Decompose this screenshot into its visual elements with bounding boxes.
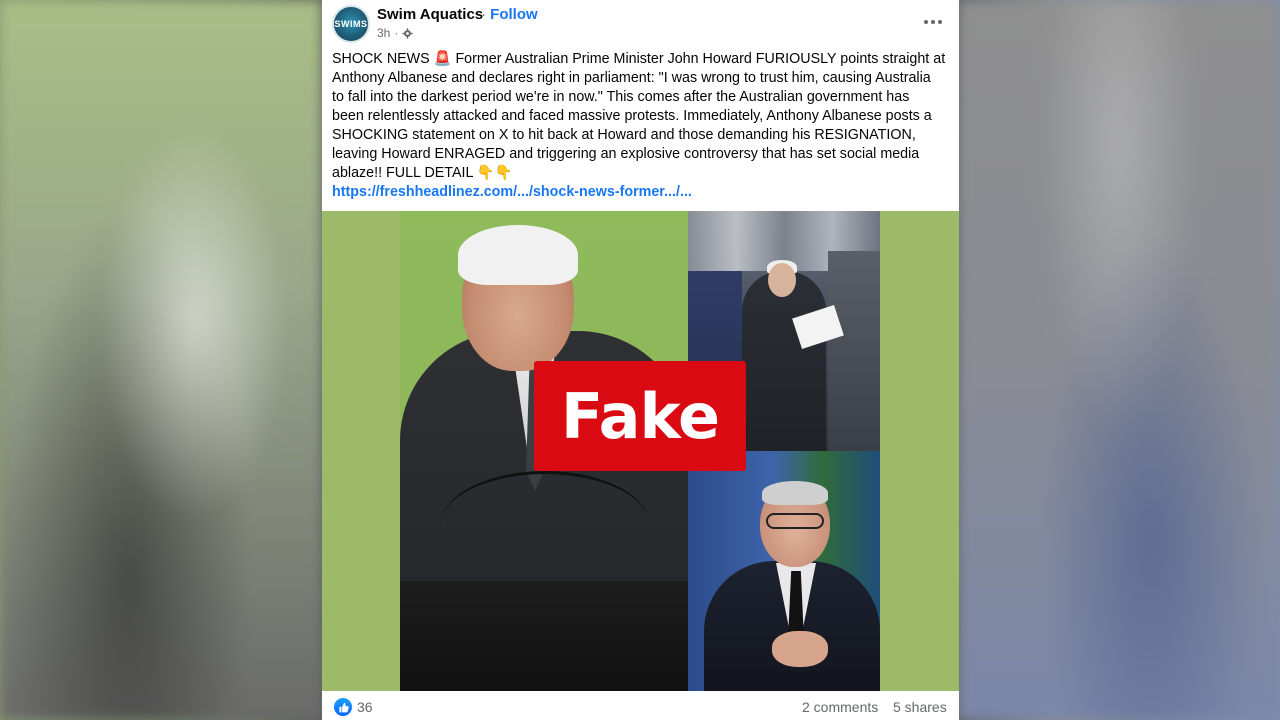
post-meta: 3h ·	[377, 26, 414, 40]
follow-button[interactable]: Follow	[490, 6, 538, 23]
settings-gear-icon[interactable]	[402, 27, 414, 39]
photo-press-conference	[688, 451, 880, 691]
post-text-line: SHOCK NEWS 🚨 Former Australian Prime Min…	[332, 51, 946, 67]
post-timestamp[interactable]: 3h	[377, 26, 390, 40]
post-footer: 36 2 comments 5 shares	[322, 691, 959, 720]
post-text-line: leaving Howard ENRAGED and triggering an…	[332, 146, 920, 162]
more-options-icon[interactable]	[919, 10, 947, 34]
facebook-post: SWIMS Swim Aquatics · Follow 3h · SHOCK …	[322, 0, 959, 720]
reactions-count[interactable]: 36	[357, 699, 373, 715]
fake-label-overlay: Fake	[534, 361, 746, 471]
post-text-line: to fall into the darkest period we're in…	[332, 89, 910, 105]
follow-group: · Follow	[481, 6, 538, 23]
meta-separator: ·	[394, 26, 399, 40]
post-text-line: SHOCKING statement on X to hit back at H…	[332, 127, 916, 143]
post-text-line: ablaze!! FULL DETAIL 👇👇	[332, 165, 513, 181]
background-blur-left	[0, 0, 322, 720]
post-text-line: been relentlessly attacked and faced mas…	[332, 108, 932, 124]
shares-count[interactable]: 5 shares	[893, 699, 947, 715]
post-text-line: Anthony Albanese and declares right in p…	[332, 70, 931, 86]
background-blur-right	[958, 0, 1280, 720]
post-header: SWIMS Swim Aquatics · Follow 3h ·	[322, 0, 959, 44]
comments-count[interactable]: 2 comments	[802, 699, 878, 715]
page-name-link[interactable]: Swim Aquatics	[377, 6, 483, 23]
page-avatar[interactable]: SWIMS	[332, 5, 370, 43]
post-image[interactable]: Fake	[322, 211, 959, 691]
post-body: SHOCK NEWS 🚨 Former Australian Prime Min…	[332, 50, 952, 202]
separator-dot: ·	[481, 6, 486, 23]
article-link[interactable]: https://freshheadlinez.com/.../shock-new…	[332, 183, 952, 202]
avatar-logo-text: SWIMS	[334, 19, 368, 29]
thumbs-up-icon[interactable]	[334, 698, 352, 716]
